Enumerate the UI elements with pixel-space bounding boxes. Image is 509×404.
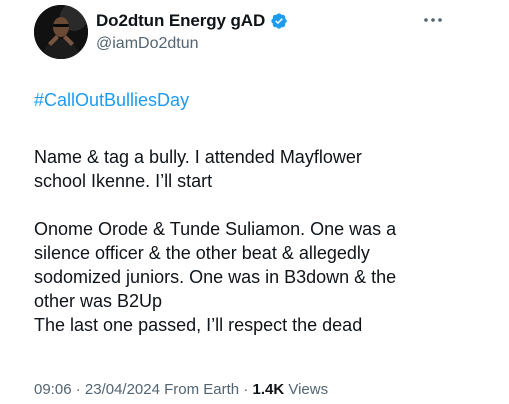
author-handle[interactable]: @iamDo2dtun [96, 35, 199, 53]
views-count[interactable]: 1.4K [253, 381, 285, 398]
tweet-text-line: other was B2Up [34, 291, 163, 311]
tweet-text-line: school Ikenne. I’ll start [34, 171, 213, 191]
avatar[interactable] [34, 5, 88, 59]
author-name-row[interactable]: Do2dtun Energy gAD [96, 11, 288, 31]
tweet-text-line: Name & tag a bully. I attended Mayflower [34, 147, 362, 167]
tweet-text-line: Onome Orode & Tunde Suliamon. One was a [34, 219, 397, 239]
avatar-image [34, 5, 88, 59]
tweet-text-line: sodomized juniors. One was in B3down & t… [34, 267, 397, 287]
tweet-card: Do2dtun Energy gAD @iamDo2dtun #CallOutB… [0, 0, 509, 404]
tweet-text: Name & tag a bully. I attended Mayflower… [34, 145, 484, 337]
meta-separator: · [71, 381, 85, 398]
tweet-time[interactable]: 09:06 [34, 381, 72, 398]
tweet-text-line: silence officer & the other beat & alleg… [34, 243, 370, 263]
tweet-text-line: The last one passed, I’ll respect the de… [34, 315, 363, 335]
verified-badge-icon [270, 12, 288, 30]
hashtag-link[interactable]: #CallOutBulliesDay [34, 90, 189, 111]
author-display-name[interactable]: Do2dtun Energy gAD [96, 11, 265, 31]
tweet-meta: 09:06 · 23/04/2024 From Earth · 1.4K Vie… [34, 381, 328, 398]
tweet-source: From Earth [159, 381, 240, 398]
views-label: Views [284, 381, 329, 398]
more-horizontal-icon[interactable] [420, 10, 446, 30]
meta-separator: · [239, 381, 253, 398]
tweet-date[interactable]: 23/04/2024 [85, 381, 160, 398]
